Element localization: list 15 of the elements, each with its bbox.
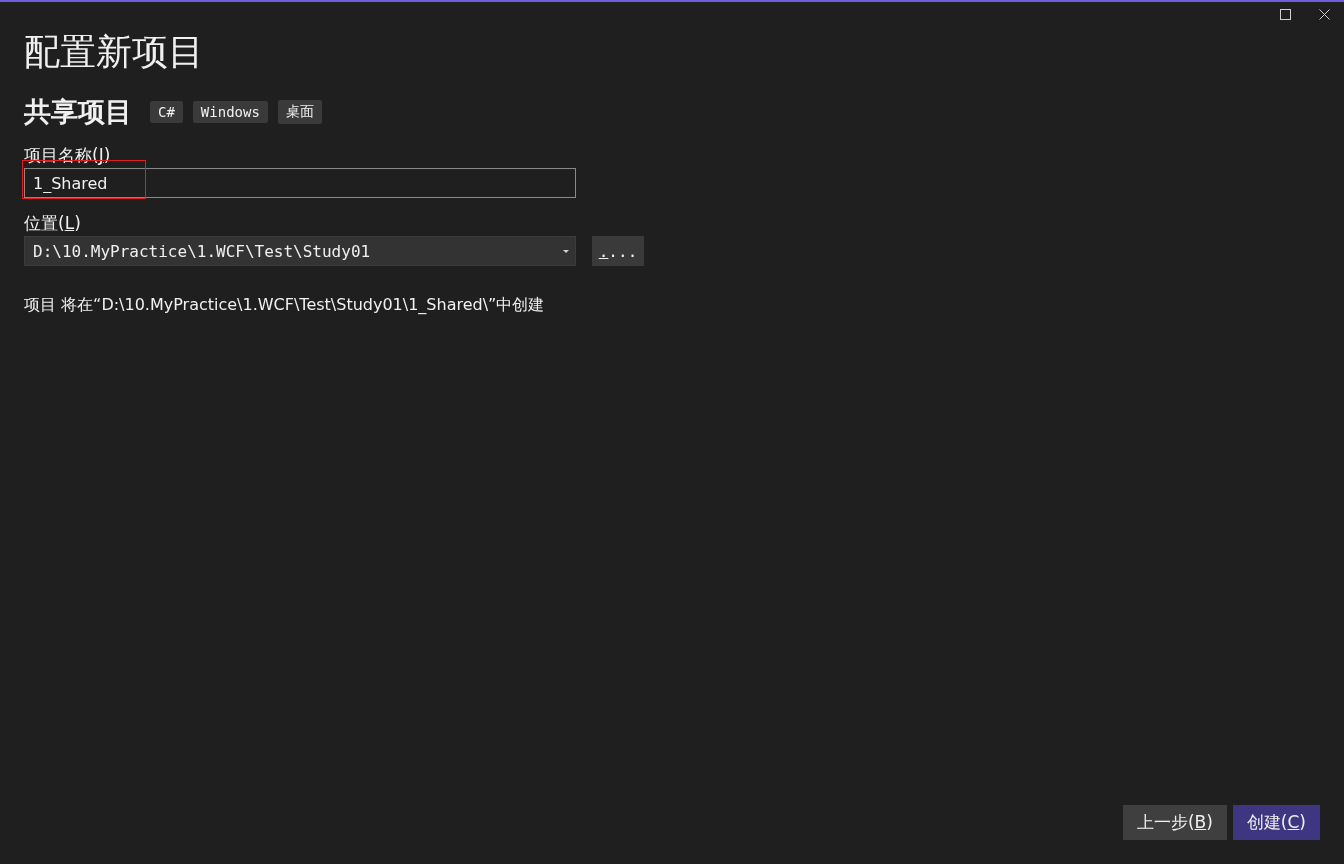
field-label: 位置(L) [24,212,82,235]
tag: 桌面 [277,100,322,124]
window-title: 配置新项目 [24,30,205,74]
location-dropdown[interactable]: D:\10.MyPractice\1.WCF\Test\Study01 [24,236,576,266]
maximize-icon[interactable] [1280,9,1291,20]
summary-text: 项目 将在“D:\10.MyPractice\1.WCF\Test\Study01\1_Shared\”中创建 [24,294,546,316]
tag: Windows [192,101,268,123]
input-field[interactable]: 1_Shared [24,168,576,198]
close-icon[interactable] [1319,9,1330,20]
browse-button[interactable]: .... [592,236,644,266]
back-button[interactable]: 上一步(B) [1122,805,1227,840]
caret-icon [563,249,569,253]
project-type-title: 共享项目 [24,95,132,129]
create-button[interactable]: 创建(C) [1232,805,1320,840]
tag: C# [150,101,183,123]
